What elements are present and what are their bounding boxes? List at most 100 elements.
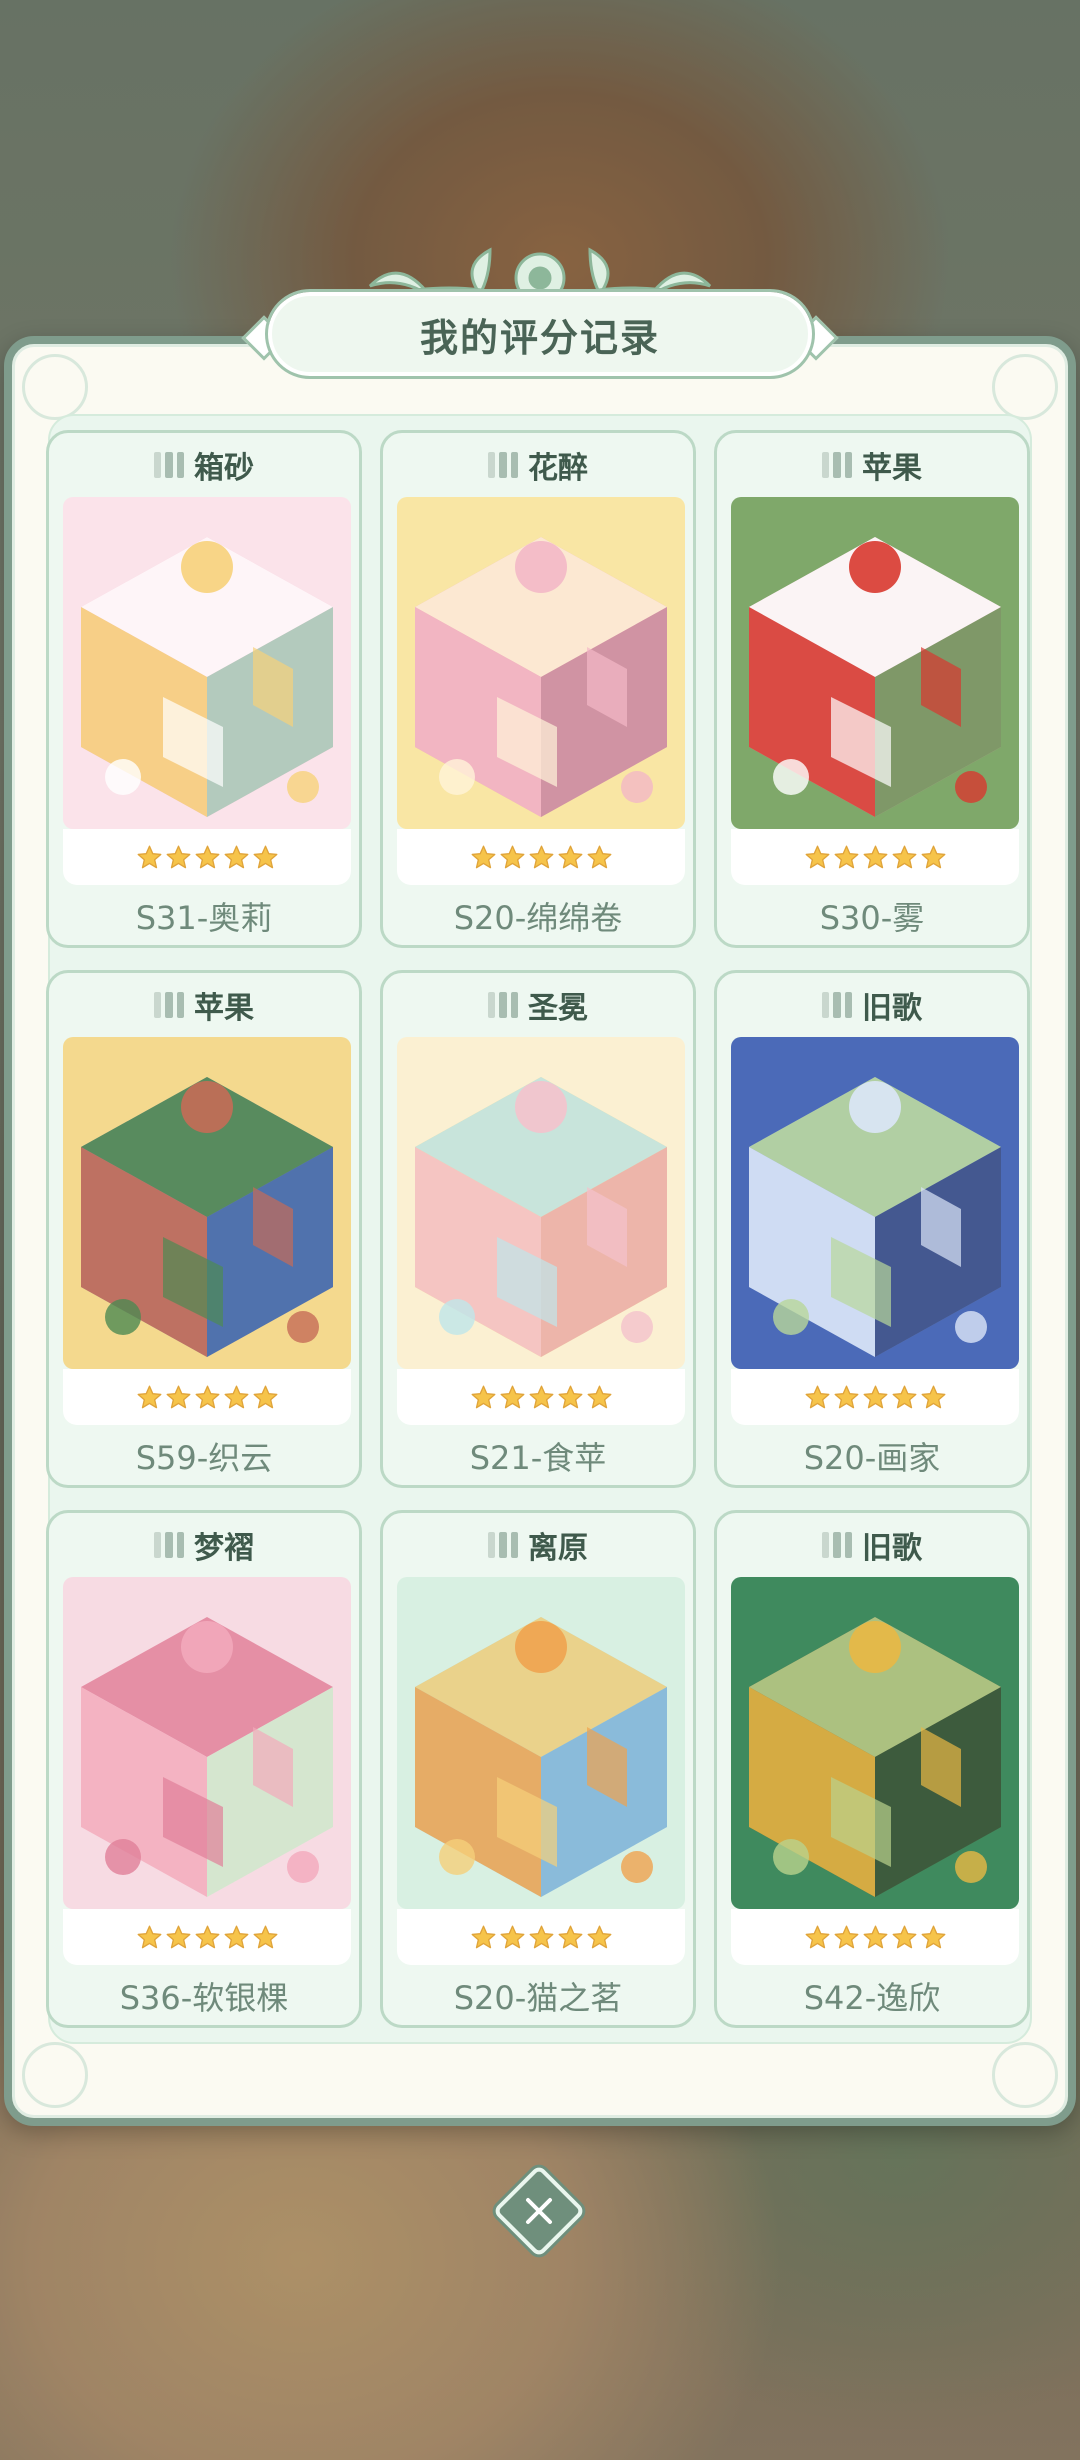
record-card[interactable]: 苹果 S30-雾 bbox=[714, 430, 1030, 948]
design-thumbnail[interactable] bbox=[63, 1577, 351, 1909]
star-icon bbox=[223, 1924, 250, 1951]
corner-ornament bbox=[992, 354, 1058, 420]
design-name: S31-奥莉 bbox=[135, 899, 273, 937]
record-card[interactable]: 旧歌 S42-逸欣 bbox=[714, 1510, 1030, 2028]
design-name: S36-软银棵 bbox=[119, 1979, 289, 2017]
star-icon bbox=[586, 1924, 613, 1951]
author-name: 圣冕 bbox=[528, 991, 588, 1026]
card-header: 箱砂 bbox=[49, 445, 359, 486]
star-icon bbox=[586, 844, 613, 871]
star-icon bbox=[223, 844, 250, 871]
card-header: 离原 bbox=[383, 1525, 693, 1566]
author-name: 花醉 bbox=[528, 451, 588, 486]
star-icon bbox=[470, 1924, 497, 1951]
star-rating bbox=[63, 829, 351, 885]
bars-icon bbox=[154, 1532, 184, 1558]
record-card[interactable]: 苹果 S59-织云 bbox=[46, 970, 362, 1488]
star-icon bbox=[557, 844, 584, 871]
author-name: 离原 bbox=[528, 1531, 588, 1566]
star-icon bbox=[194, 1924, 221, 1951]
design-thumbnail[interactable] bbox=[731, 1577, 1019, 1909]
star-icon bbox=[499, 844, 526, 871]
bars-icon bbox=[154, 992, 184, 1018]
record-card[interactable]: 旧歌 S20-画家 bbox=[714, 970, 1030, 1488]
star-rating bbox=[731, 829, 1019, 885]
author-name: 旧歌 bbox=[862, 1531, 922, 1566]
author-name: 梦褶 bbox=[194, 1531, 254, 1566]
star-icon bbox=[833, 844, 860, 871]
star-icon bbox=[165, 1384, 192, 1411]
author-name: 箱砂 bbox=[194, 451, 254, 486]
star-icon bbox=[862, 1924, 889, 1951]
card-header: 苹果 bbox=[717, 445, 1027, 486]
star-rating bbox=[397, 1369, 685, 1425]
star-icon bbox=[586, 1384, 613, 1411]
record-card[interactable]: 花醉 S20-绵绵卷 bbox=[380, 430, 696, 948]
card-header: 圣冕 bbox=[383, 985, 693, 1026]
corner-ornament bbox=[992, 2042, 1058, 2108]
star-icon bbox=[252, 844, 279, 871]
star-icon bbox=[165, 844, 192, 871]
bars-icon bbox=[822, 992, 852, 1018]
star-rating bbox=[397, 1909, 685, 1965]
record-card[interactable]: 离原 S20-猫之茗 bbox=[380, 1510, 696, 2028]
star-icon bbox=[165, 1924, 192, 1951]
author-name: 苹果 bbox=[862, 451, 922, 486]
card-header: 梦褶 bbox=[49, 1525, 359, 1566]
design-thumbnail[interactable] bbox=[397, 497, 685, 829]
corner-ornament bbox=[22, 354, 88, 420]
star-icon bbox=[920, 1384, 947, 1411]
design-name: S20-画家 bbox=[803, 1439, 941, 1477]
design-thumbnail[interactable] bbox=[63, 497, 351, 829]
star-icon bbox=[833, 1384, 860, 1411]
bars-icon bbox=[488, 452, 518, 478]
design-thumbnail[interactable] bbox=[731, 1037, 1019, 1369]
design-thumbnail[interactable] bbox=[63, 1037, 351, 1369]
bars-icon bbox=[154, 452, 184, 478]
record-card[interactable]: 梦褶 S36-软银棵 bbox=[46, 1510, 362, 2028]
title-banner-wrap: 我的评分记录 bbox=[240, 236, 840, 396]
star-icon bbox=[470, 1384, 497, 1411]
star-rating bbox=[63, 1369, 351, 1425]
card-header: 花醉 bbox=[383, 445, 693, 486]
title-banner: 我的评分记录 bbox=[265, 289, 815, 379]
corner-ornament bbox=[22, 2042, 88, 2108]
dialog-title: 我的评分记录 bbox=[419, 315, 660, 360]
star-icon bbox=[470, 844, 497, 871]
author-name: 旧歌 bbox=[862, 991, 922, 1026]
star-icon bbox=[891, 1384, 918, 1411]
star-icon bbox=[223, 1384, 250, 1411]
star-icon bbox=[920, 1924, 947, 1951]
design-name: S20-猫之茗 bbox=[453, 1979, 623, 2017]
star-rating bbox=[731, 1909, 1019, 1965]
design-thumbnail[interactable] bbox=[397, 1037, 685, 1369]
design-name: S59-织云 bbox=[135, 1439, 273, 1477]
star-rating bbox=[63, 1909, 351, 1965]
author-name: 苹果 bbox=[194, 991, 254, 1026]
star-icon bbox=[804, 1924, 831, 1951]
design-thumbnail[interactable] bbox=[397, 1577, 685, 1909]
design-thumbnail[interactable] bbox=[731, 497, 1019, 829]
star-icon bbox=[833, 1924, 860, 1951]
star-icon bbox=[528, 1384, 555, 1411]
star-icon bbox=[194, 1384, 221, 1411]
record-card[interactable]: 箱砂 S31-奥莉 bbox=[46, 430, 362, 948]
star-icon bbox=[136, 1384, 163, 1411]
record-card[interactable]: 圣冕 S21-食苹 bbox=[380, 970, 696, 1488]
star-icon bbox=[804, 1384, 831, 1411]
star-icon bbox=[252, 1924, 279, 1951]
star-icon bbox=[499, 1384, 526, 1411]
bars-icon bbox=[488, 1532, 518, 1558]
star-icon bbox=[528, 844, 555, 871]
star-icon bbox=[557, 1384, 584, 1411]
card-header: 旧歌 bbox=[717, 985, 1027, 1026]
design-name: S30-雾 bbox=[819, 899, 925, 937]
star-icon bbox=[528, 1924, 555, 1951]
star-icon bbox=[557, 1924, 584, 1951]
star-icon bbox=[252, 1384, 279, 1411]
star-icon bbox=[136, 844, 163, 871]
bars-icon bbox=[822, 1532, 852, 1558]
card-header: 苹果 bbox=[49, 985, 359, 1026]
bars-icon bbox=[488, 992, 518, 1018]
close-icon[interactable] bbox=[506, 2178, 572, 2244]
